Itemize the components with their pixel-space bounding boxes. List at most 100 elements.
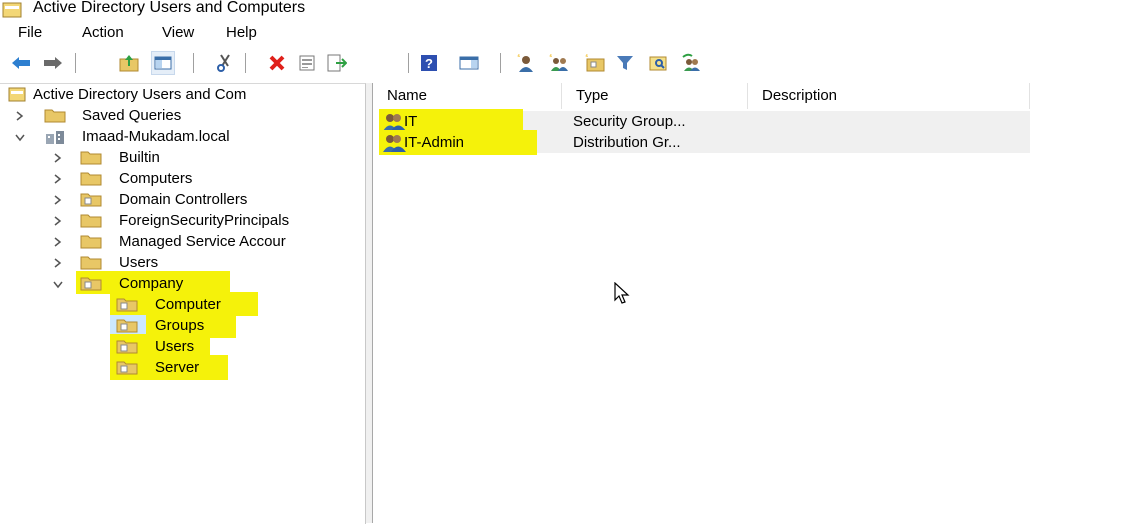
tree-item-company[interactable]: Company: [0, 271, 365, 294]
menu-view[interactable]: View: [162, 24, 194, 41]
console-tree[interactable]: Active Directory Users and Com Saved Que…: [0, 83, 366, 524]
new-user-icon: [517, 54, 533, 72]
chevron-right-icon[interactable]: [52, 252, 64, 273]
cut-icon: [217, 54, 230, 72]
tree-label: Computers: [119, 170, 193, 187]
tree-item-company-users[interactable]: Users: [0, 334, 365, 358]
table-row[interactable]: IT Security Group...: [379, 109, 1030, 133]
tree-label: Server: [155, 359, 200, 376]
toolbar-separator: [500, 53, 501, 73]
ad-app-icon: [2, 2, 22, 18]
tree-label: Groups: [155, 317, 205, 334]
action-pane-icon: [459, 56, 479, 70]
tree-label: Users: [119, 254, 159, 271]
help-button[interactable]: ?: [418, 52, 440, 74]
chevron-down-icon[interactable]: [52, 273, 64, 294]
add-to-group-icon: [682, 53, 700, 71]
export-list-icon: [327, 54, 347, 72]
title-bar: Active Directory Users and Computers: [0, 0, 1132, 22]
find-icon: [649, 56, 667, 71]
column-header-type[interactable]: Type: [562, 83, 748, 109]
forward-button[interactable]: [42, 52, 64, 74]
tree-item-domain[interactable]: Imaad-Mukadam.local: [0, 126, 365, 147]
new-ou-icon: [585, 54, 605, 72]
toolbar: ?: [0, 50, 1132, 76]
delete-icon: [269, 55, 285, 71]
tree-label: Domain Controllers: [119, 191, 248, 208]
row-type: Security Group...: [573, 113, 686, 130]
folder-icon: [80, 235, 102, 249]
folder-icon: [80, 256, 102, 270]
row-type: Distribution Gr...: [573, 134, 681, 151]
column-header-name[interactable]: Name: [373, 83, 562, 109]
ou-icon: [80, 193, 102, 207]
pane-splitter[interactable]: [366, 83, 373, 523]
tree-item-foreign-security-principals[interactable]: ForeignSecurityPrincipals: [0, 210, 365, 231]
toolbar-separator: [75, 53, 76, 73]
tree-item-company-groups[interactable]: Groups: [0, 313, 365, 338]
tree-item-domain-controllers[interactable]: Domain Controllers: [0, 189, 365, 210]
new-group-button[interactable]: [548, 52, 570, 74]
tree-item-saved-queries[interactable]: Saved Queries: [0, 105, 365, 126]
filter-button[interactable]: [614, 52, 636, 74]
new-user-button[interactable]: [514, 52, 536, 74]
chevron-right-icon[interactable]: [52, 231, 64, 252]
show-hide-console-tree-button[interactable]: [151, 51, 175, 75]
delete-button[interactable]: [266, 52, 288, 74]
tree-label: Imaad-Mukadam.local: [82, 128, 230, 145]
row-name: IT-Admin: [404, 134, 465, 151]
ou-icon: [80, 277, 102, 291]
mouse-cursor-icon: [614, 282, 630, 304]
toolbar-separator: [408, 53, 409, 73]
menu-file[interactable]: File: [18, 24, 42, 41]
new-ou-button[interactable]: [584, 52, 606, 74]
chevron-right-icon[interactable]: [52, 168, 64, 189]
tree-item-computers[interactable]: Computers: [0, 168, 365, 189]
tree-label: Saved Queries: [82, 107, 182, 124]
toolbar-separator: [193, 53, 194, 73]
folder-icon: [80, 172, 102, 186]
domain-icon: [46, 131, 64, 144]
chevron-right-icon[interactable]: [52, 189, 64, 210]
snapin-icon: [8, 87, 26, 102]
ou-icon: [116, 340, 138, 354]
tree-label: ForeignSecurityPrincipals: [119, 212, 290, 229]
tree-item-builtin[interactable]: Builtin: [0, 147, 365, 168]
tree-label: Company: [119, 275, 184, 292]
folder-icon: [80, 151, 102, 165]
menu-help[interactable]: Help: [226, 24, 257, 41]
tree-label: Managed Service Accour: [119, 233, 286, 250]
action-pane-button[interactable]: [458, 52, 480, 74]
tree-item-company-computer[interactable]: Computer: [0, 292, 365, 316]
tree-label: Builtin: [119, 149, 160, 166]
folder-icon: [44, 109, 66, 123]
toolbar-separator: [245, 53, 246, 73]
cut-button[interactable]: [214, 52, 236, 74]
show-hide-console-tree-icon: [154, 56, 172, 70]
tree-item-managed-service-accounts[interactable]: Managed Service Accour: [0, 231, 365, 252]
chevron-right-icon[interactable]: [52, 147, 64, 168]
up-folder-icon: [119, 55, 139, 72]
chevron-right-icon[interactable]: [14, 105, 26, 126]
export-list-button[interactable]: [326, 52, 348, 74]
ou-icon: [116, 298, 138, 312]
add-to-group-button[interactable]: [680, 52, 702, 74]
window-title: Active Directory Users and Computers: [33, 0, 306, 16]
back-button[interactable]: [10, 52, 32, 74]
tree-label: Active Directory Users and Com: [33, 86, 247, 103]
tree-item-users[interactable]: Users: [0, 252, 365, 273]
chevron-down-icon[interactable]: [14, 126, 26, 147]
menu-action[interactable]: Action: [82, 24, 124, 41]
column-header-description[interactable]: Description: [748, 83, 1030, 109]
chevron-right-icon[interactable]: [52, 210, 64, 231]
properties-button[interactable]: [296, 52, 318, 74]
ou-icon: [116, 361, 138, 375]
back-icon: [12, 57, 30, 69]
row-name: IT: [404, 113, 418, 130]
table-row[interactable]: IT-Admin Distribution Gr...: [379, 130, 1030, 155]
tree-item-root[interactable]: Active Directory Users and Com: [0, 84, 365, 105]
results-list[interactable]: Name Type Description IT Security Group.…: [373, 83, 1132, 523]
up-folder-button[interactable]: [118, 52, 140, 74]
tree-item-company-server[interactable]: Server: [0, 355, 365, 380]
find-button[interactable]: [648, 52, 670, 74]
